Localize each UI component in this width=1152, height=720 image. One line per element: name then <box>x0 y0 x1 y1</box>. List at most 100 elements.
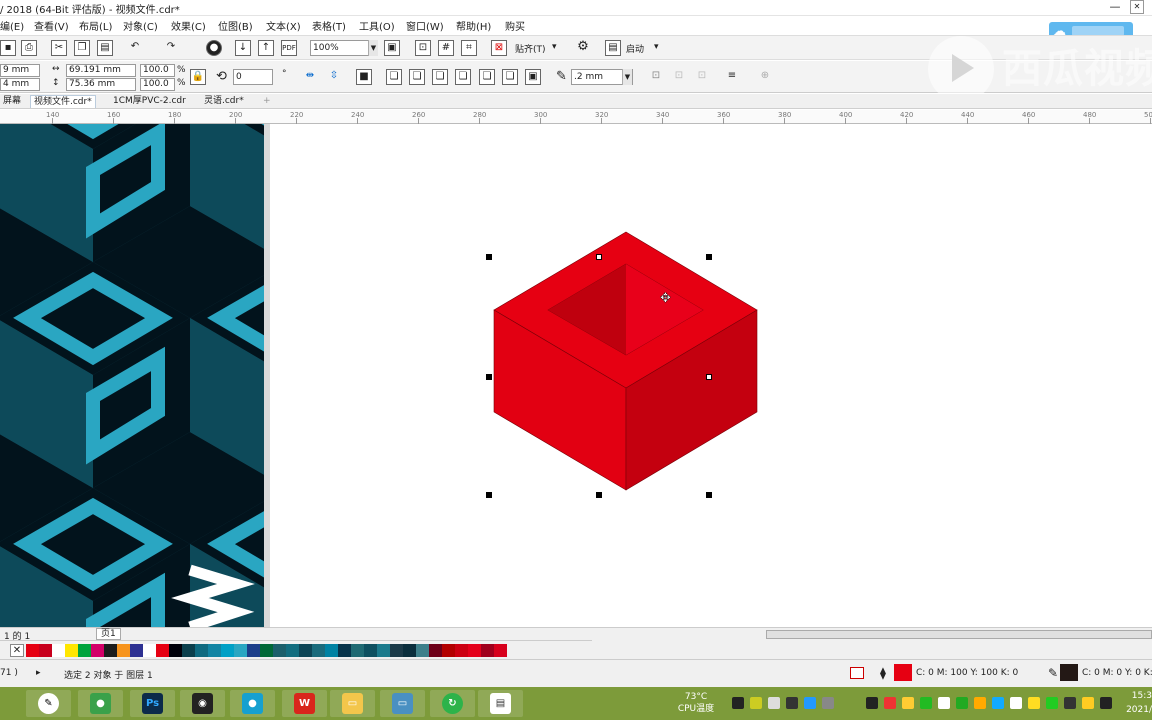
tray-icon[interactable] <box>1028 697 1040 709</box>
scale-x-field[interactable]: 100.0 <box>140 64 175 77</box>
object-width-field[interactable]: 69.191 mm <box>66 64 136 77</box>
menu-edit[interactable]: 编(E) <box>0 18 24 33</box>
fill-color-swatch[interactable] <box>894 664 912 681</box>
align-icon[interactable]: ≡ <box>724 69 740 85</box>
tray-icon[interactable] <box>1082 697 1094 709</box>
no-color-swatch[interactable]: ✕ <box>10 644 24 657</box>
taskbar-app[interactable]: W <box>282 690 327 717</box>
palette-swatch[interactable] <box>429 644 442 657</box>
to-front-icon[interactable]: ⊡ <box>671 69 687 85</box>
trim-icon[interactable]: ❏ <box>409 69 425 85</box>
guidelines-icon[interactable]: ⌗ <box>461 40 477 56</box>
back-minus-front-icon[interactable]: ❏ <box>502 69 518 85</box>
undo-icon[interactable]: ↶ <box>127 40 143 56</box>
palette-swatch[interactable] <box>468 644 481 657</box>
full-screen-icon[interactable]: ▣ <box>384 40 400 56</box>
taskbar-app[interactable]: ● <box>230 690 275 717</box>
launch-icon[interactable]: ▤ <box>605 40 621 56</box>
palette-swatch[interactable] <box>338 644 351 657</box>
palette-swatch[interactable] <box>221 644 234 657</box>
red-cube-object[interactable]: ✥ <box>490 230 760 495</box>
tray-icon[interactable] <box>920 697 932 709</box>
import-icon[interactable]: ↓ <box>235 40 251 56</box>
tray-icon[interactable] <box>786 697 798 709</box>
cube-pattern-artwork[interactable] <box>0 124 264 627</box>
tray-icon[interactable] <box>1064 697 1076 709</box>
print-icon[interactable]: ⎙ <box>21 40 37 56</box>
add-icon[interactable]: ⊕ <box>757 69 773 85</box>
menu-window[interactable]: 窗口(W) <box>406 18 444 33</box>
tray-icon[interactable] <box>884 697 896 709</box>
palette-swatch[interactable] <box>273 644 286 657</box>
palette-swatch[interactable] <box>390 644 403 657</box>
tray-icon[interactable] <box>804 697 816 709</box>
selection-handle[interactable] <box>486 492 492 498</box>
scale-y-field[interactable]: 100.0 <box>140 78 175 91</box>
palette-swatch[interactable] <box>91 644 104 657</box>
tray-icon[interactable] <box>732 697 744 709</box>
tray-icon[interactable] <box>1046 697 1058 709</box>
tab-lingyu-document[interactable]: 灵语.cdr* <box>201 95 247 108</box>
tray-icon[interactable] <box>768 697 780 709</box>
taskbar-app[interactable]: ▭ <box>330 690 375 717</box>
palette-swatch[interactable] <box>494 644 507 657</box>
grid-icon[interactable]: # <box>438 40 454 56</box>
rotation-field[interactable]: 0 <box>233 69 273 85</box>
menu-object[interactable]: 对象(C) <box>123 18 158 33</box>
redo-icon[interactable]: ↷ <box>163 40 179 56</box>
to-back-icon[interactable]: ⊡ <box>694 69 710 85</box>
tray-icon[interactable] <box>1100 697 1112 709</box>
selection-handle[interactable] <box>706 254 712 260</box>
menu-bitmaps[interactable]: 位图(B) <box>218 18 253 33</box>
create-boundary-icon[interactable]: ▣ <box>525 69 541 85</box>
palette-swatch[interactable] <box>325 644 338 657</box>
palette-swatch[interactable] <box>286 644 299 657</box>
object-x-field[interactable]: 9 mm <box>0 64 40 77</box>
palette-swatch[interactable] <box>208 644 221 657</box>
menu-layout[interactable]: 布局(L) <box>79 18 112 33</box>
menu-help[interactable]: 帮助(H) <box>456 18 491 33</box>
object-height-field[interactable]: 75.36 mm <box>66 78 136 91</box>
palette-swatch[interactable] <box>481 644 494 657</box>
tray-icon[interactable] <box>938 697 950 709</box>
palette-swatch[interactable] <box>117 644 130 657</box>
tray-icon[interactable] <box>866 697 878 709</box>
taskbar-app[interactable]: ● <box>78 690 123 717</box>
palette-swatch[interactable] <box>416 644 429 657</box>
chevron-down-icon[interactable]: ▼ <box>622 69 632 85</box>
scrollbar-thumb[interactable] <box>766 630 1152 639</box>
tray-icon[interactable] <box>822 697 834 709</box>
menu-effects[interactable]: 效果(C) <box>171 18 206 33</box>
taskbar-app[interactable]: ▭ <box>380 690 425 717</box>
palette-swatch[interactable] <box>65 644 78 657</box>
palette-swatch[interactable] <box>442 644 455 657</box>
export-icon[interactable]: ↑ <box>258 40 274 56</box>
palette-swatch[interactable] <box>247 644 260 657</box>
snap-icon[interactable]: ⊠ <box>491 40 507 56</box>
taskbar-app[interactable]: Ps <box>130 690 175 717</box>
minimize-button[interactable]: — <box>1108 0 1122 13</box>
palette-swatch[interactable] <box>143 644 156 657</box>
horizontal-ruler[interactable]: 140 160 180 200 220 240 260 280 300 320 340 360 380 4… <box>0 110 1152 124</box>
palette-swatch[interactable] <box>78 644 91 657</box>
front-minus-back-icon[interactable]: ❏ <box>479 69 495 85</box>
intersect-icon[interactable]: ❏ <box>432 69 448 85</box>
selection-handle[interactable] <box>706 492 712 498</box>
selection-handle[interactable] <box>486 374 492 380</box>
cut-icon[interactable]: ✂ <box>51 40 67 56</box>
tray-icon[interactable] <box>992 697 1004 709</box>
palette-swatch[interactable] <box>299 644 312 657</box>
paste-icon[interactable]: ▤ <box>97 40 113 56</box>
palette-swatch[interactable] <box>234 644 247 657</box>
taskbar-app[interactable]: ↻ <box>430 690 475 717</box>
palette-swatch[interactable] <box>351 644 364 657</box>
menu-view[interactable]: 查看(V) <box>34 18 69 33</box>
selection-handle[interactable] <box>486 254 492 260</box>
menu-text[interactable]: 文本(X) <box>266 18 301 33</box>
save-icon[interactable]: ▪ <box>0 40 16 56</box>
add-tab-button[interactable]: + <box>260 95 274 108</box>
palette-swatch[interactable] <box>377 644 390 657</box>
wrap-text-icon[interactable]: ⊡ <box>648 69 664 85</box>
palette-swatch[interactable] <box>260 644 273 657</box>
tab-active-document[interactable]: 视频文件.cdr* <box>30 95 96 108</box>
